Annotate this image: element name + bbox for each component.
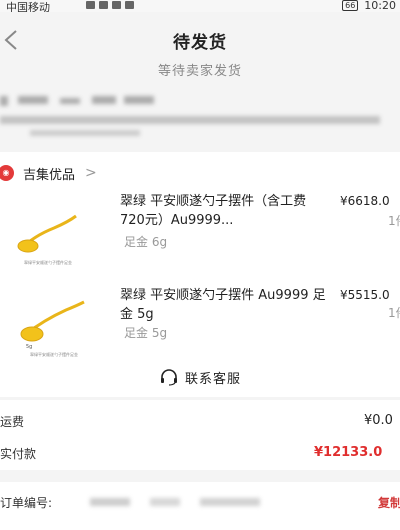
thumb-caption: 翠绿平安顺遂勺子摆件足金 — [24, 259, 72, 265]
order-items-card: ◉ 吉集优品 > 翠绿平安顺遂勺子摆件足金 翠绿 平安顺遂勺子摆件（含工费720… — [0, 152, 400, 397]
svg-text:5g: 5g — [26, 344, 32, 350]
order-number-redacted — [90, 498, 130, 506]
contact-service-label: 联系客服 — [184, 371, 241, 387]
shop-name: 吉集优品 — [23, 167, 76, 183]
contact-service-button[interactable]: 联系客服 — [0, 364, 400, 390]
page-header: 待发货 等待卖家发货 — [0, 12, 400, 91]
shop-link[interactable]: ◉ 吉集优品 > — [0, 162, 97, 184]
thumb-caption: 翠绿平安顺遂勺子摆件足金 — [30, 351, 78, 357]
item-quantity: 1件 — [388, 306, 400, 320]
order-status-subtitle: 等待卖家发货 — [157, 64, 242, 79]
item-price: ¥5515.0 — [340, 288, 390, 302]
product-thumbnail: 翠绿平安顺遂勺子摆件足金 — [14, 196, 94, 268]
amount-paid-label: 实付款 — [0, 447, 37, 461]
battery-icon: 66 — [342, 0, 359, 11]
copy-button[interactable]: 复制 — [378, 494, 400, 511]
shipping-address-redacted — [0, 88, 400, 146]
shipping-fee-row: 运费 ¥0.0 — [0, 410, 400, 434]
item-spec: 足金 5g — [124, 326, 168, 340]
chevron-right-icon: > — [85, 165, 97, 181]
shop-logo-icon: ◉ — [0, 165, 14, 181]
clock: 10:20 — [364, 0, 396, 12]
product-thumbnail: 5g 翠绿平安顺遂勺子摆件足金 — [14, 290, 94, 362]
status-right: 66 10:20 — [342, 0, 396, 12]
item-spec: 足金 6g — [124, 235, 168, 249]
headset-icon — [160, 369, 177, 386]
item-price: ¥6618.0 — [340, 194, 390, 208]
shipping-fee-label: 运费 — [0, 415, 25, 429]
order-number-row: 订单编号: 复制 — [0, 482, 400, 530]
list-item[interactable]: 翠绿平安顺遂勺子摆件足金 翠绿 平安顺遂勺子摆件（含工费720元）Au9999.… — [0, 192, 400, 280]
list-item[interactable]: 5g 翠绿平安顺遂勺子摆件足金 翠绿 平安顺遂勺子摆件 Au9999 足金 5g… — [0, 286, 400, 374]
item-title: 翠绿 平安顺遂勺子摆件 Au9999 足金 5g — [120, 288, 326, 322]
signal-icons — [86, 1, 134, 9]
item-title: 翠绿 平安顺遂勺子摆件（含工费720元）Au9999... — [120, 194, 307, 228]
item-quantity: 1件 — [388, 214, 400, 228]
amount-paid-row: 实付款 ¥12133.0 — [0, 442, 400, 466]
page-title: 待发货 — [173, 33, 227, 53]
amount-paid-value: ¥12133.0 — [314, 445, 383, 460]
shipping-fee-value: ¥0.0 — [364, 413, 393, 428]
order-number-label: 订单编号: — [0, 496, 53, 510]
fee-summary: 运费 ¥0.0 实付款 ¥12133.0 — [0, 400, 400, 470]
status-bar: 中国移动 66 10:20 — [0, 0, 400, 14]
